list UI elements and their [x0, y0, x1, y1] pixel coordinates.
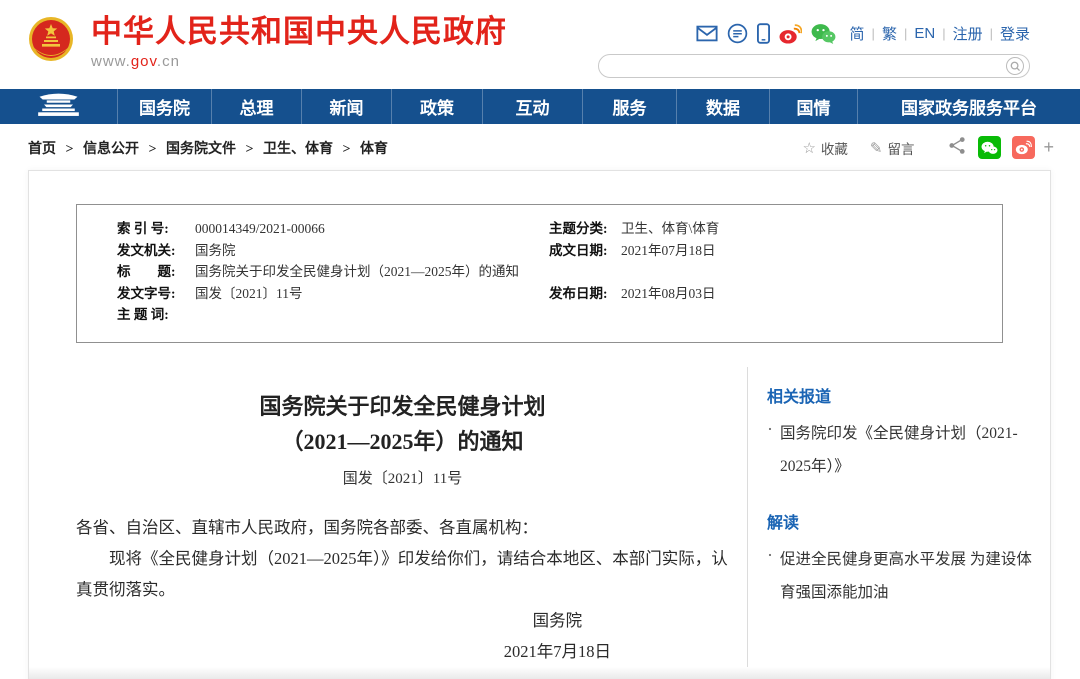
related-report-link[interactable]: · 国务院印发《全民健身计划（2021- 2025年）》 [767, 417, 1032, 483]
nav-item-service-platform[interactable]: 国家政务服务平台 [858, 89, 1080, 124]
weibo-share-icon[interactable] [1012, 136, 1035, 159]
interpretation-list: · 促进全民健身更高水平发展 为建设体育强国添能加油 [767, 543, 1032, 609]
tiananmen-icon [35, 91, 82, 122]
header-right: 简 | 繁 | EN | 注册 | 登录 [598, 22, 1030, 78]
wechat-icon[interactable] [811, 23, 836, 44]
related-reports-list: · 国务院印发《全民健身计划（2021- 2025年）》 [767, 417, 1032, 483]
bullet-icon: · [767, 413, 773, 446]
meta-subject-words: 主 题 词: [77, 304, 547, 326]
lang-simplified-link[interactable]: 简 [850, 23, 865, 44]
article-salutation: 各省、自治区、直辖市人民政府，国务院各部委、各直属机构： [76, 512, 729, 543]
meta-doc-number: 发文字号: 国发〔2021〕11号 [77, 283, 547, 305]
article-body: 各省、自治区、直辖市人民政府，国务院各部委、各直属机构： 现将《全民健身计划（2… [76, 512, 729, 605]
nav-item-guowuyuan[interactable]: 国务院 [118, 89, 212, 124]
sidebar: 相关报道 · 国务院印发《全民健身计划（2021- 2025年）》 解读 · 促… [747, 367, 1050, 679]
related-reports-section: 相关报道 · 国务院印发《全民健身计划（2021- 2025年）》 [767, 383, 1032, 483]
lang-english-link[interactable]: EN [914, 25, 935, 42]
related-reports-title: 相关报道 [767, 383, 1032, 407]
breadcrumb-info-disclosure[interactable]: 信息公开 [83, 142, 139, 157]
national-emblem-icon [27, 14, 75, 73]
site-url: www.gov.cn [91, 53, 507, 70]
search-input[interactable] [611, 56, 991, 76]
login-link[interactable]: 登录 [1000, 23, 1030, 44]
interpretation-section: 解读 · 促进全民健身更高水平发展 为建设体育强国添能加油 [767, 509, 1032, 609]
page-tools: ☆ 收藏 ✎ 留言 + [780, 136, 1054, 160]
metadata-right-column: 主题分类: 卫生、体育\体育 成文日期: 2021年07月18日 发布日期: 2… [547, 218, 1002, 326]
main-nav: 国务院 总理 新闻 政策 互动 服务 数据 国情 国家政务服务平台 [0, 89, 1080, 124]
nav-item-fuwu[interactable]: 服务 [583, 89, 677, 124]
bullet-icon: · [767, 539, 773, 572]
meta-issuing-agency: 发文机关: 国务院 [77, 240, 547, 262]
register-link[interactable]: 注册 [953, 23, 983, 44]
meta-title: 标 题: 国务院关于印发全民健身计划（2021—2025年）的通知 [77, 261, 547, 283]
favorite-button[interactable]: ☆ 收藏 [802, 138, 847, 158]
breadcrumb-health-sports[interactable]: 卫生、体育 [263, 142, 333, 157]
star-icon: ☆ [802, 139, 815, 157]
nav-item-xinwen[interactable]: 新闻 [302, 89, 392, 124]
site-title: 中华人民共和国中央人民政府 [91, 14, 507, 50]
mail-icon[interactable] [696, 25, 718, 42]
signature-block: 国务院 2021年7月18日 [504, 605, 611, 667]
site-logo[interactable]: 中华人民共和国中央人民政府 www.gov.cn [27, 14, 507, 73]
bottom-fade [29, 667, 1050, 679]
share-icon[interactable] [948, 136, 967, 160]
article-title: 国务院关于印发全民健身计划 （2021—2025年）的通知 [76, 389, 729, 459]
weibo-icon[interactable] [779, 23, 802, 44]
breadcrumb-sports[interactable]: 体育 [360, 142, 388, 157]
message-button[interactable]: ✎ 留言 [870, 138, 915, 158]
site-header: 中华人民共和国中央人民政府 www.gov.cn [0, 0, 1080, 89]
page: 中华人民共和国中央人民政府 www.gov.cn [0, 0, 1080, 679]
meta-written-date: 成文日期: 2021年07月18日 [547, 240, 1002, 262]
nav-item-hudong[interactable]: 互动 [483, 89, 583, 124]
share-cluster: + [948, 136, 1054, 160]
mobile-icon[interactable] [757, 23, 770, 44]
document-panel: 索 引 号: 000014349/2021-00066 发文机关: 国务院 标 … [28, 170, 1051, 679]
nav-item-zhengce[interactable]: 政策 [392, 89, 483, 124]
breadcrumb-row: 首页 > 信息公开 > 国务院文件 > 卫生、体育 > 体育 ☆ 收藏 ✎ 留言 [0, 124, 1080, 171]
breadcrumb-state-council-docs[interactable]: 国务院文件 [166, 142, 236, 157]
lang-traditional-link[interactable]: 繁 [882, 23, 897, 44]
meta-index-number: 索 引 号: 000014349/2021-00066 [77, 218, 547, 240]
document-main-row: 国务院关于印发全民健身计划 （2021—2025年）的通知 国发〔2021〕11… [29, 367, 1050, 679]
signer: 国务院 [504, 605, 611, 636]
search-icon[interactable] [1006, 57, 1024, 75]
sign-date: 2021年7月18日 [504, 636, 611, 667]
metadata-left-column: 索 引 号: 000014349/2021-00066 发文机关: 国务院 标 … [77, 218, 547, 326]
interpretation-title: 解读 [767, 509, 1032, 533]
wechat-share-icon[interactable] [978, 136, 1001, 159]
meta-publish-date: 发布日期: 2021年08月03日 [547, 283, 1002, 305]
logo-text: 中华人民共和国中央人民政府 www.gov.cn [91, 14, 507, 70]
pencil-icon: ✎ [870, 139, 883, 157]
document-metadata: 索 引 号: 000014349/2021-00066 发文机关: 国务院 标 … [76, 204, 1003, 343]
more-share-button[interactable]: + [1043, 137, 1054, 158]
language-links: 简 | 繁 | EN | 注册 | 登录 [850, 23, 1030, 44]
header-quick-links: 简 | 繁 | EN | 注册 | 登录 [687, 22, 1030, 44]
article-doc-number: 国发〔2021〕11号 [76, 467, 729, 488]
article: 国务院关于印发全民健身计划 （2021—2025年）的通知 国发〔2021〕11… [29, 367, 747, 679]
article-paragraph: 现将《全民健身计划（2021—2025年）》印发给你们，请结合本地区、本部门实际… [76, 543, 729, 605]
meta-subject-category: 主题分类: 卫生、体育\体育 [547, 218, 1002, 240]
nav-home[interactable] [0, 89, 118, 124]
nav-item-shuju[interactable]: 数据 [677, 89, 770, 124]
interpretation-link[interactable]: · 促进全民健身更高水平发展 为建设体育强国添能加油 [767, 543, 1032, 609]
comment-icon[interactable] [727, 23, 748, 44]
breadcrumb: 首页 > 信息公开 > 国务院文件 > 卫生、体育 > 体育 [28, 138, 388, 158]
nav-item-guoqing[interactable]: 国情 [770, 89, 858, 124]
search-box [598, 54, 1030, 78]
breadcrumb-home[interactable]: 首页 [28, 142, 56, 157]
nav-item-zongli[interactable]: 总理 [212, 89, 302, 124]
